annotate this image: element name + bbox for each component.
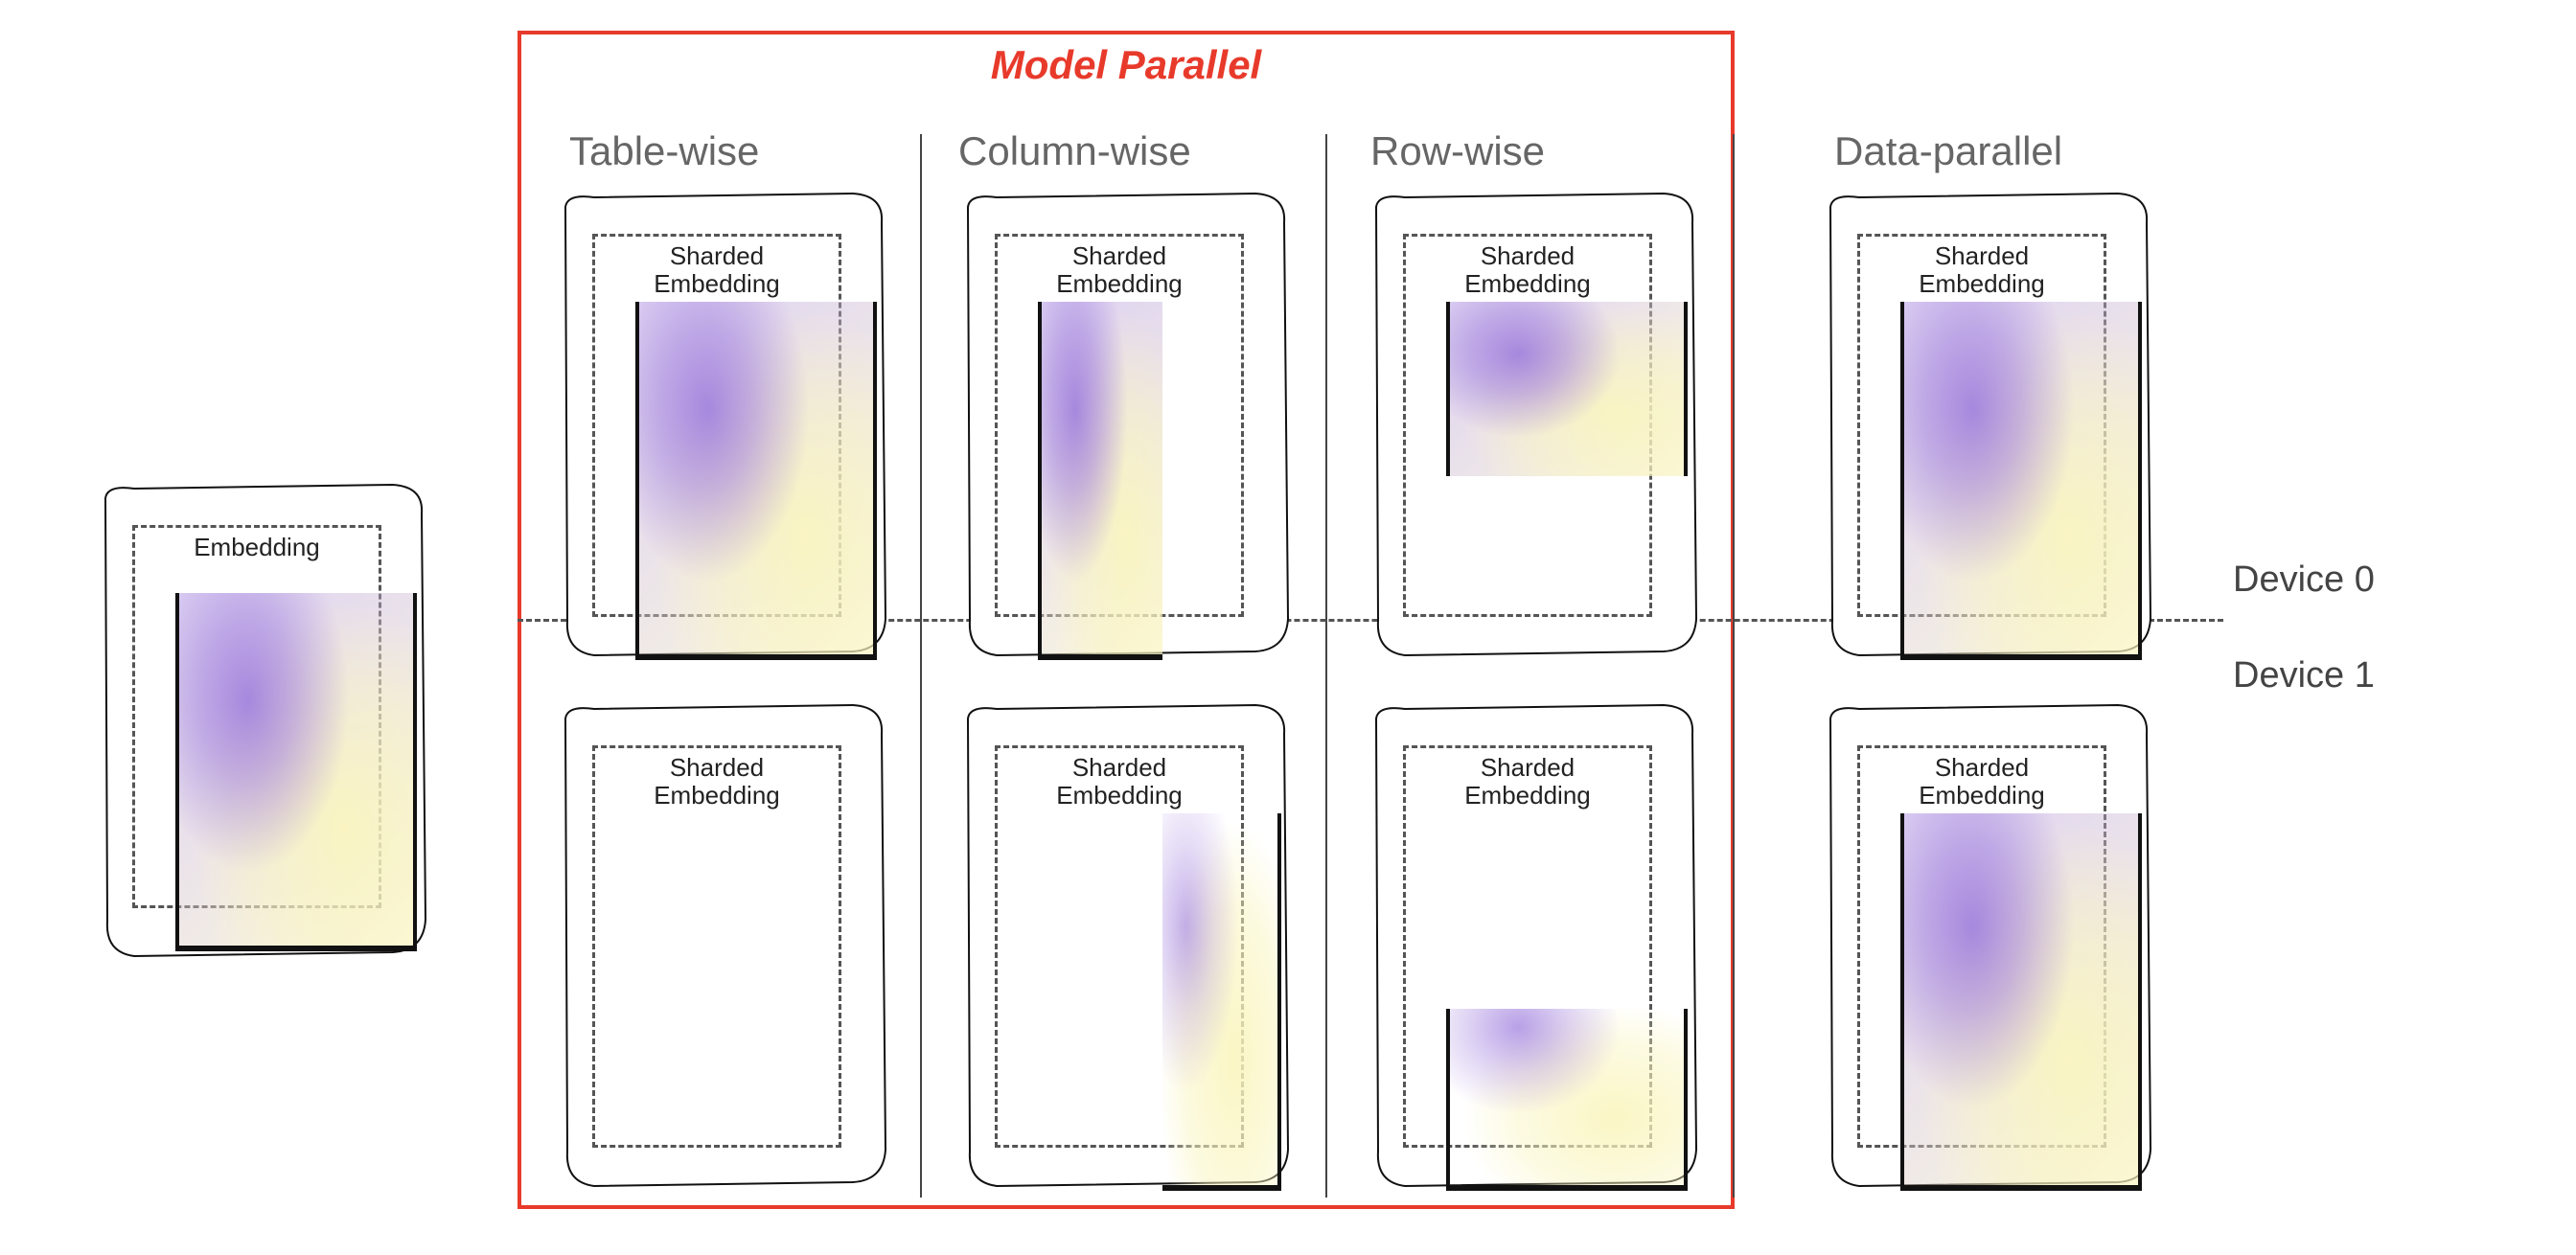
tensor-border xyxy=(1162,813,1281,1191)
tensor-border xyxy=(1900,302,2142,660)
header-column-wise: Column-wise xyxy=(958,128,1191,174)
embedding-tensor-left-half xyxy=(1038,302,1162,660)
sharded-embedding-label: Sharded Embedding xyxy=(998,242,1241,297)
tensor-border xyxy=(1900,813,2142,1191)
embedding-tensor-full xyxy=(1900,813,2142,1191)
columnwise-device0-panel: Sharded Embedding xyxy=(958,188,1294,657)
separator-vertical xyxy=(1733,134,1735,1198)
embedding-dashbox: Sharded Embedding xyxy=(995,234,1244,617)
embedding-tensor-full xyxy=(1900,302,2142,660)
embedding-tensor-right-half xyxy=(1162,813,1281,1191)
embedding-dashbox: Sharded Embedding xyxy=(1403,234,1652,617)
tensor-border xyxy=(1038,302,1162,660)
sharded-embedding-label: Sharded Embedding xyxy=(1406,754,1649,809)
tablewise-device0-panel: Sharded Embedding xyxy=(556,188,891,657)
embedding-dashbox: Embedding xyxy=(132,525,381,908)
original-embedding-panel: Embedding xyxy=(96,479,431,958)
tensor-border xyxy=(1446,302,1688,476)
embedding-tensor xyxy=(175,593,417,951)
rowwise-device1-panel: Sharded Embedding xyxy=(1367,699,1702,1188)
embedding-dashbox: Sharded Embedding xyxy=(995,745,1244,1148)
embedding-dashbox: Sharded Embedding xyxy=(592,234,841,617)
embedding-dashbox: Sharded Embedding xyxy=(592,745,841,1148)
header-row-wise: Row-wise xyxy=(1370,128,1545,174)
embedding-label: Embedding xyxy=(135,534,379,561)
device-1-label: Device 1 xyxy=(2233,655,2375,696)
header-table-wise: Table-wise xyxy=(569,128,759,174)
tensor-border xyxy=(1446,1009,1688,1191)
sharded-embedding-label: Sharded Embedding xyxy=(998,754,1241,809)
sharded-embedding-label: Sharded Embedding xyxy=(595,242,839,297)
separator-vertical xyxy=(1325,134,1327,1198)
separator-vertical xyxy=(920,134,922,1198)
dataparallel-device0-panel: Sharded Embedding xyxy=(1821,188,2156,657)
sharded-embedding-label: Sharded Embedding xyxy=(1860,242,2104,297)
tablewise-device1-panel: Sharded Embedding xyxy=(556,699,891,1188)
tensor-border xyxy=(635,302,877,660)
tensor-border xyxy=(175,593,417,951)
dataparallel-device1-panel: Sharded Embedding xyxy=(1821,699,2156,1188)
header-data-parallel: Data-parallel xyxy=(1834,128,2062,174)
model-parallel-title: Model Parallel xyxy=(991,42,1261,88)
embedding-tensor-top-half xyxy=(1446,302,1688,476)
embedding-dashbox: Sharded Embedding xyxy=(1857,745,2106,1148)
embedding-tensor-bottom-half xyxy=(1446,1009,1688,1191)
sharded-embedding-label: Sharded Embedding xyxy=(595,754,839,809)
columnwise-device1-panel: Sharded Embedding xyxy=(958,699,1294,1188)
embedding-dashbox: Sharded Embedding xyxy=(1403,745,1652,1148)
embedding-tensor-full xyxy=(635,302,877,660)
device-0-label: Device 0 xyxy=(2233,559,2375,601)
rowwise-device0-panel: Sharded Embedding xyxy=(1367,188,1702,657)
sharded-embedding-label: Sharded Embedding xyxy=(1860,754,2104,809)
sharded-embedding-label: Sharded Embedding xyxy=(1406,242,1649,297)
embedding-dashbox: Sharded Embedding xyxy=(1857,234,2106,617)
